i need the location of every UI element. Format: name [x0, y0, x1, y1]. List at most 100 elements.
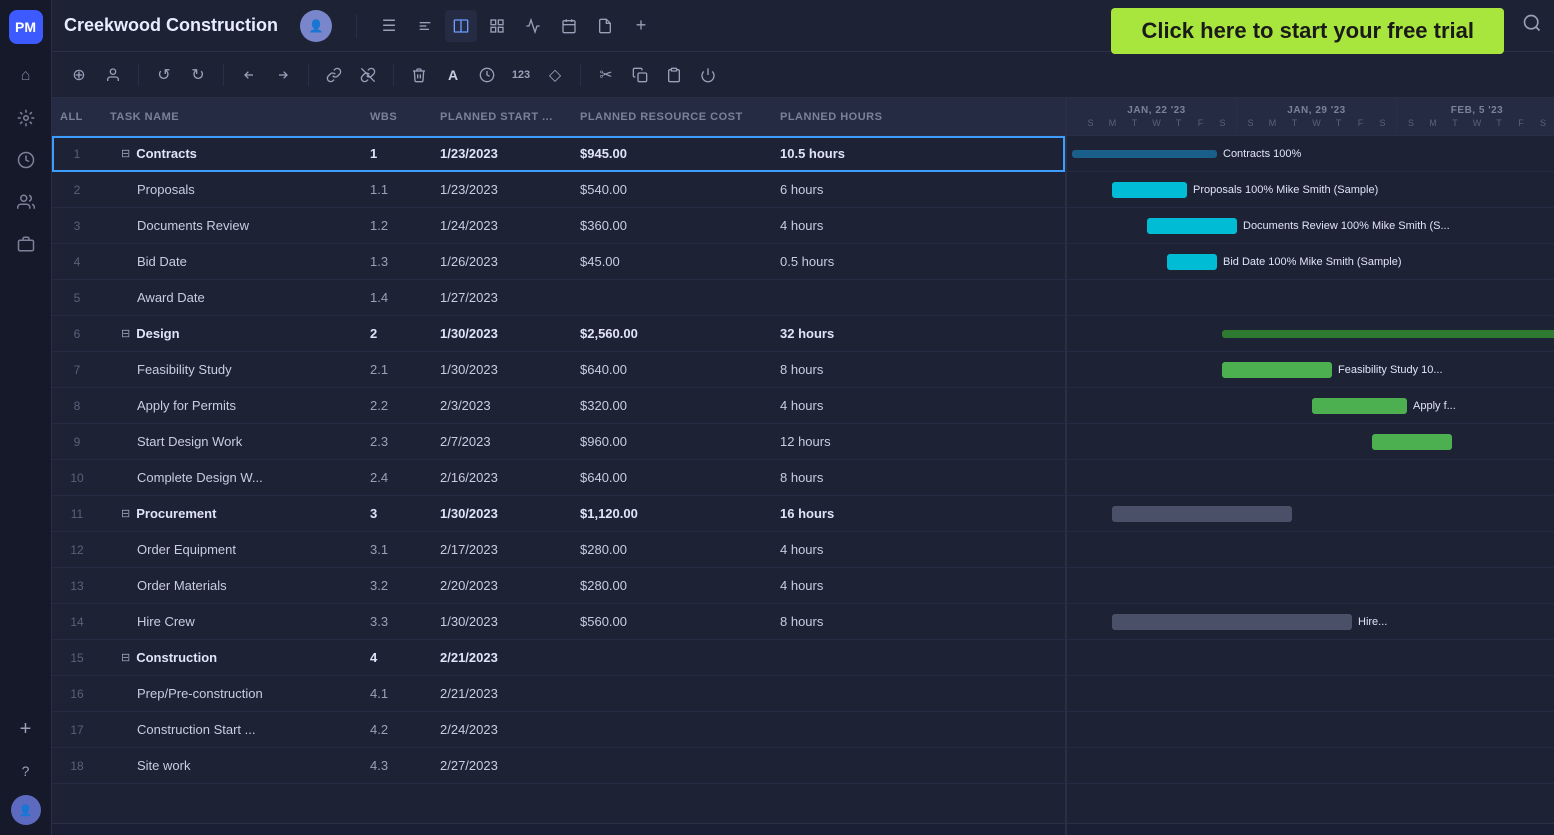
gantt-scrollbar[interactable]: [1067, 823, 1554, 835]
gantt-bar[interactable]: [1147, 218, 1237, 234]
chain-link-button[interactable]: [693, 60, 723, 90]
gantt-row[interactable]: [1067, 676, 1554, 712]
gantt-bar[interactable]: [1112, 614, 1352, 630]
tab-list[interactable]: ☰: [373, 10, 405, 42]
row-cost: $45.00: [572, 254, 772, 269]
cta-banner[interactable]: Click here to start your free trial: [1111, 8, 1504, 54]
table-row[interactable]: 7 Feasibility Study 2.1 1/30/2023 $640.0…: [52, 352, 1065, 388]
gantt-row[interactable]: [1067, 496, 1554, 532]
redo-button[interactable]: ↻: [183, 60, 213, 90]
table-row[interactable]: 12 Order Equipment 3.1 2/17/2023 $280.00…: [52, 532, 1065, 568]
table-row[interactable]: 15 ⊟ Construction 4 2/21/2023: [52, 640, 1065, 676]
table-row[interactable]: 5 Award Date 1.4 1/27/2023: [52, 280, 1065, 316]
col-header-start: PLANNED START ...: [432, 98, 572, 135]
tab-add[interactable]: +: [625, 10, 657, 42]
table-row[interactable]: 16 Prep/Pre-construction 4.1 2/21/2023: [52, 676, 1065, 712]
row-wbs: 1: [362, 146, 432, 161]
link-button[interactable]: [319, 60, 349, 90]
row-wbs: 4.3: [362, 758, 432, 773]
table-row[interactable]: 4 Bid Date 1.3 1/26/2023 $45.00 0.5 hour…: [52, 244, 1065, 280]
toolbar-sep-4: [393, 64, 394, 86]
gantt-row[interactable]: [1067, 640, 1554, 676]
gantt-bar-label: Feasibility Study 10...: [1338, 364, 1443, 376]
task-name: Bid Date: [102, 254, 362, 269]
row-number: 4: [52, 255, 102, 269]
sidebar-item-portfolio[interactable]: [8, 226, 44, 262]
gantt-row[interactable]: Contracts 100%: [1067, 136, 1554, 172]
color-button[interactable]: [472, 60, 502, 90]
table-row[interactable]: 3 Documents Review 1.2 1/24/2023 $360.00…: [52, 208, 1065, 244]
number-format-button[interactable]: 123: [506, 60, 536, 90]
sidebar-item-time[interactable]: [8, 142, 44, 178]
header-sep-1: [356, 14, 357, 38]
unlink-button[interactable]: [353, 60, 383, 90]
gantt-row[interactable]: Apply f...: [1067, 388, 1554, 424]
table-scrollbar[interactable]: [52, 823, 1065, 835]
gantt-bar[interactable]: [1112, 182, 1187, 198]
table-row[interactable]: 8 Apply for Permits 2.2 2/3/2023 $320.00…: [52, 388, 1065, 424]
gantt-row[interactable]: [1067, 532, 1554, 568]
gantt-body: Contracts 100%Proposals 100% Mike Smith …: [1067, 136, 1554, 823]
delete-button[interactable]: [404, 60, 434, 90]
indent-button[interactable]: [268, 60, 298, 90]
tab-split[interactable]: [445, 10, 477, 42]
gantt-row[interactable]: Feasibility Study 10...: [1067, 352, 1554, 388]
add-task-button[interactable]: ⊕: [64, 60, 94, 90]
table-row[interactable]: 2 Proposals 1.1 1/23/2023 $540.00 6 hour…: [52, 172, 1065, 208]
sidebar-item-team[interactable]: [8, 184, 44, 220]
diamond-button[interactable]: ◇: [540, 60, 570, 90]
gantt-row[interactable]: [1067, 712, 1554, 748]
undo-button[interactable]: ↺: [149, 60, 179, 90]
outdent-button[interactable]: [234, 60, 264, 90]
table-row[interactable]: 14 Hire Crew 3.3 1/30/2023 $560.00 8 hou…: [52, 604, 1065, 640]
gantt-row[interactable]: [1067, 568, 1554, 604]
row-start: 2/17/2023: [432, 542, 572, 557]
tab-grid[interactable]: [481, 10, 513, 42]
paste-button[interactable]: [659, 60, 689, 90]
gantt-row[interactable]: [1067, 316, 1554, 352]
gantt-row[interactable]: Bid Date 100% Mike Smith (Sample): [1067, 244, 1554, 280]
copy-button[interactable]: [625, 60, 655, 90]
gantt-bar[interactable]: [1222, 362, 1332, 378]
row-start: 2/24/2023: [432, 722, 572, 737]
gantt-row[interactable]: Hire...: [1067, 604, 1554, 640]
table-row[interactable]: 9 Start Design Work 2.3 2/7/2023 $960.00…: [52, 424, 1065, 460]
search-button[interactable]: [1522, 13, 1542, 38]
user-avatar[interactable]: 👤: [11, 795, 41, 825]
row-number: 11: [52, 507, 102, 521]
sidebar-item-help[interactable]: ?: [8, 753, 44, 789]
sidebar-item-home[interactable]: ⌂: [8, 58, 44, 94]
gantt-row[interactable]: [1067, 748, 1554, 784]
tab-doc[interactable]: [589, 10, 621, 42]
tab-calendar[interactable]: [553, 10, 585, 42]
gantt-row[interactable]: [1067, 280, 1554, 316]
row-wbs: 3.2: [362, 578, 432, 593]
table-row[interactable]: 10 Complete Design W... 2.4 2/16/2023 $6…: [52, 460, 1065, 496]
gantt-bar[interactable]: [1312, 398, 1407, 414]
sidebar-item-notifications[interactable]: [8, 100, 44, 136]
table-row[interactable]: 1 ⊟ Contracts 1 1/23/2023 $945.00 10.5 h…: [52, 136, 1065, 172]
table-row[interactable]: 18 Site work 4.3 2/27/2023: [52, 748, 1065, 784]
gantt-bar[interactable]: [1222, 330, 1554, 338]
gantt-row[interactable]: Documents Review 100% Mike Smith (S...: [1067, 208, 1554, 244]
table-row[interactable]: 13 Order Materials 3.2 2/20/2023 $280.00…: [52, 568, 1065, 604]
cut-button[interactable]: ✂: [591, 60, 621, 90]
font-button[interactable]: A: [438, 60, 468, 90]
gantt-bar[interactable]: [1372, 434, 1452, 450]
table-row[interactable]: 17 Construction Start ... 4.2 2/24/2023: [52, 712, 1065, 748]
gantt-bar[interactable]: [1167, 254, 1217, 270]
row-wbs: 2: [362, 326, 432, 341]
add-user-button[interactable]: [98, 60, 128, 90]
table-row[interactable]: 6 ⊟ Design 2 1/30/2023 $2,560.00 32 hour…: [52, 316, 1065, 352]
gantt-row[interactable]: [1067, 460, 1554, 496]
gantt-row[interactable]: Proposals 100% Mike Smith (Sample): [1067, 172, 1554, 208]
row-hours: 4 hours: [772, 218, 932, 233]
project-avatar[interactable]: 👤: [300, 10, 332, 42]
tab-gantt[interactable]: [409, 10, 441, 42]
gantt-row[interactable]: [1067, 424, 1554, 460]
gantt-bar[interactable]: [1072, 150, 1217, 158]
sidebar-item-add[interactable]: +: [8, 711, 44, 747]
table-row[interactable]: 11 ⊟ Procurement 3 1/30/2023 $1,120.00 1…: [52, 496, 1065, 532]
tab-chart[interactable]: [517, 10, 549, 42]
gantt-bar[interactable]: [1112, 506, 1292, 522]
